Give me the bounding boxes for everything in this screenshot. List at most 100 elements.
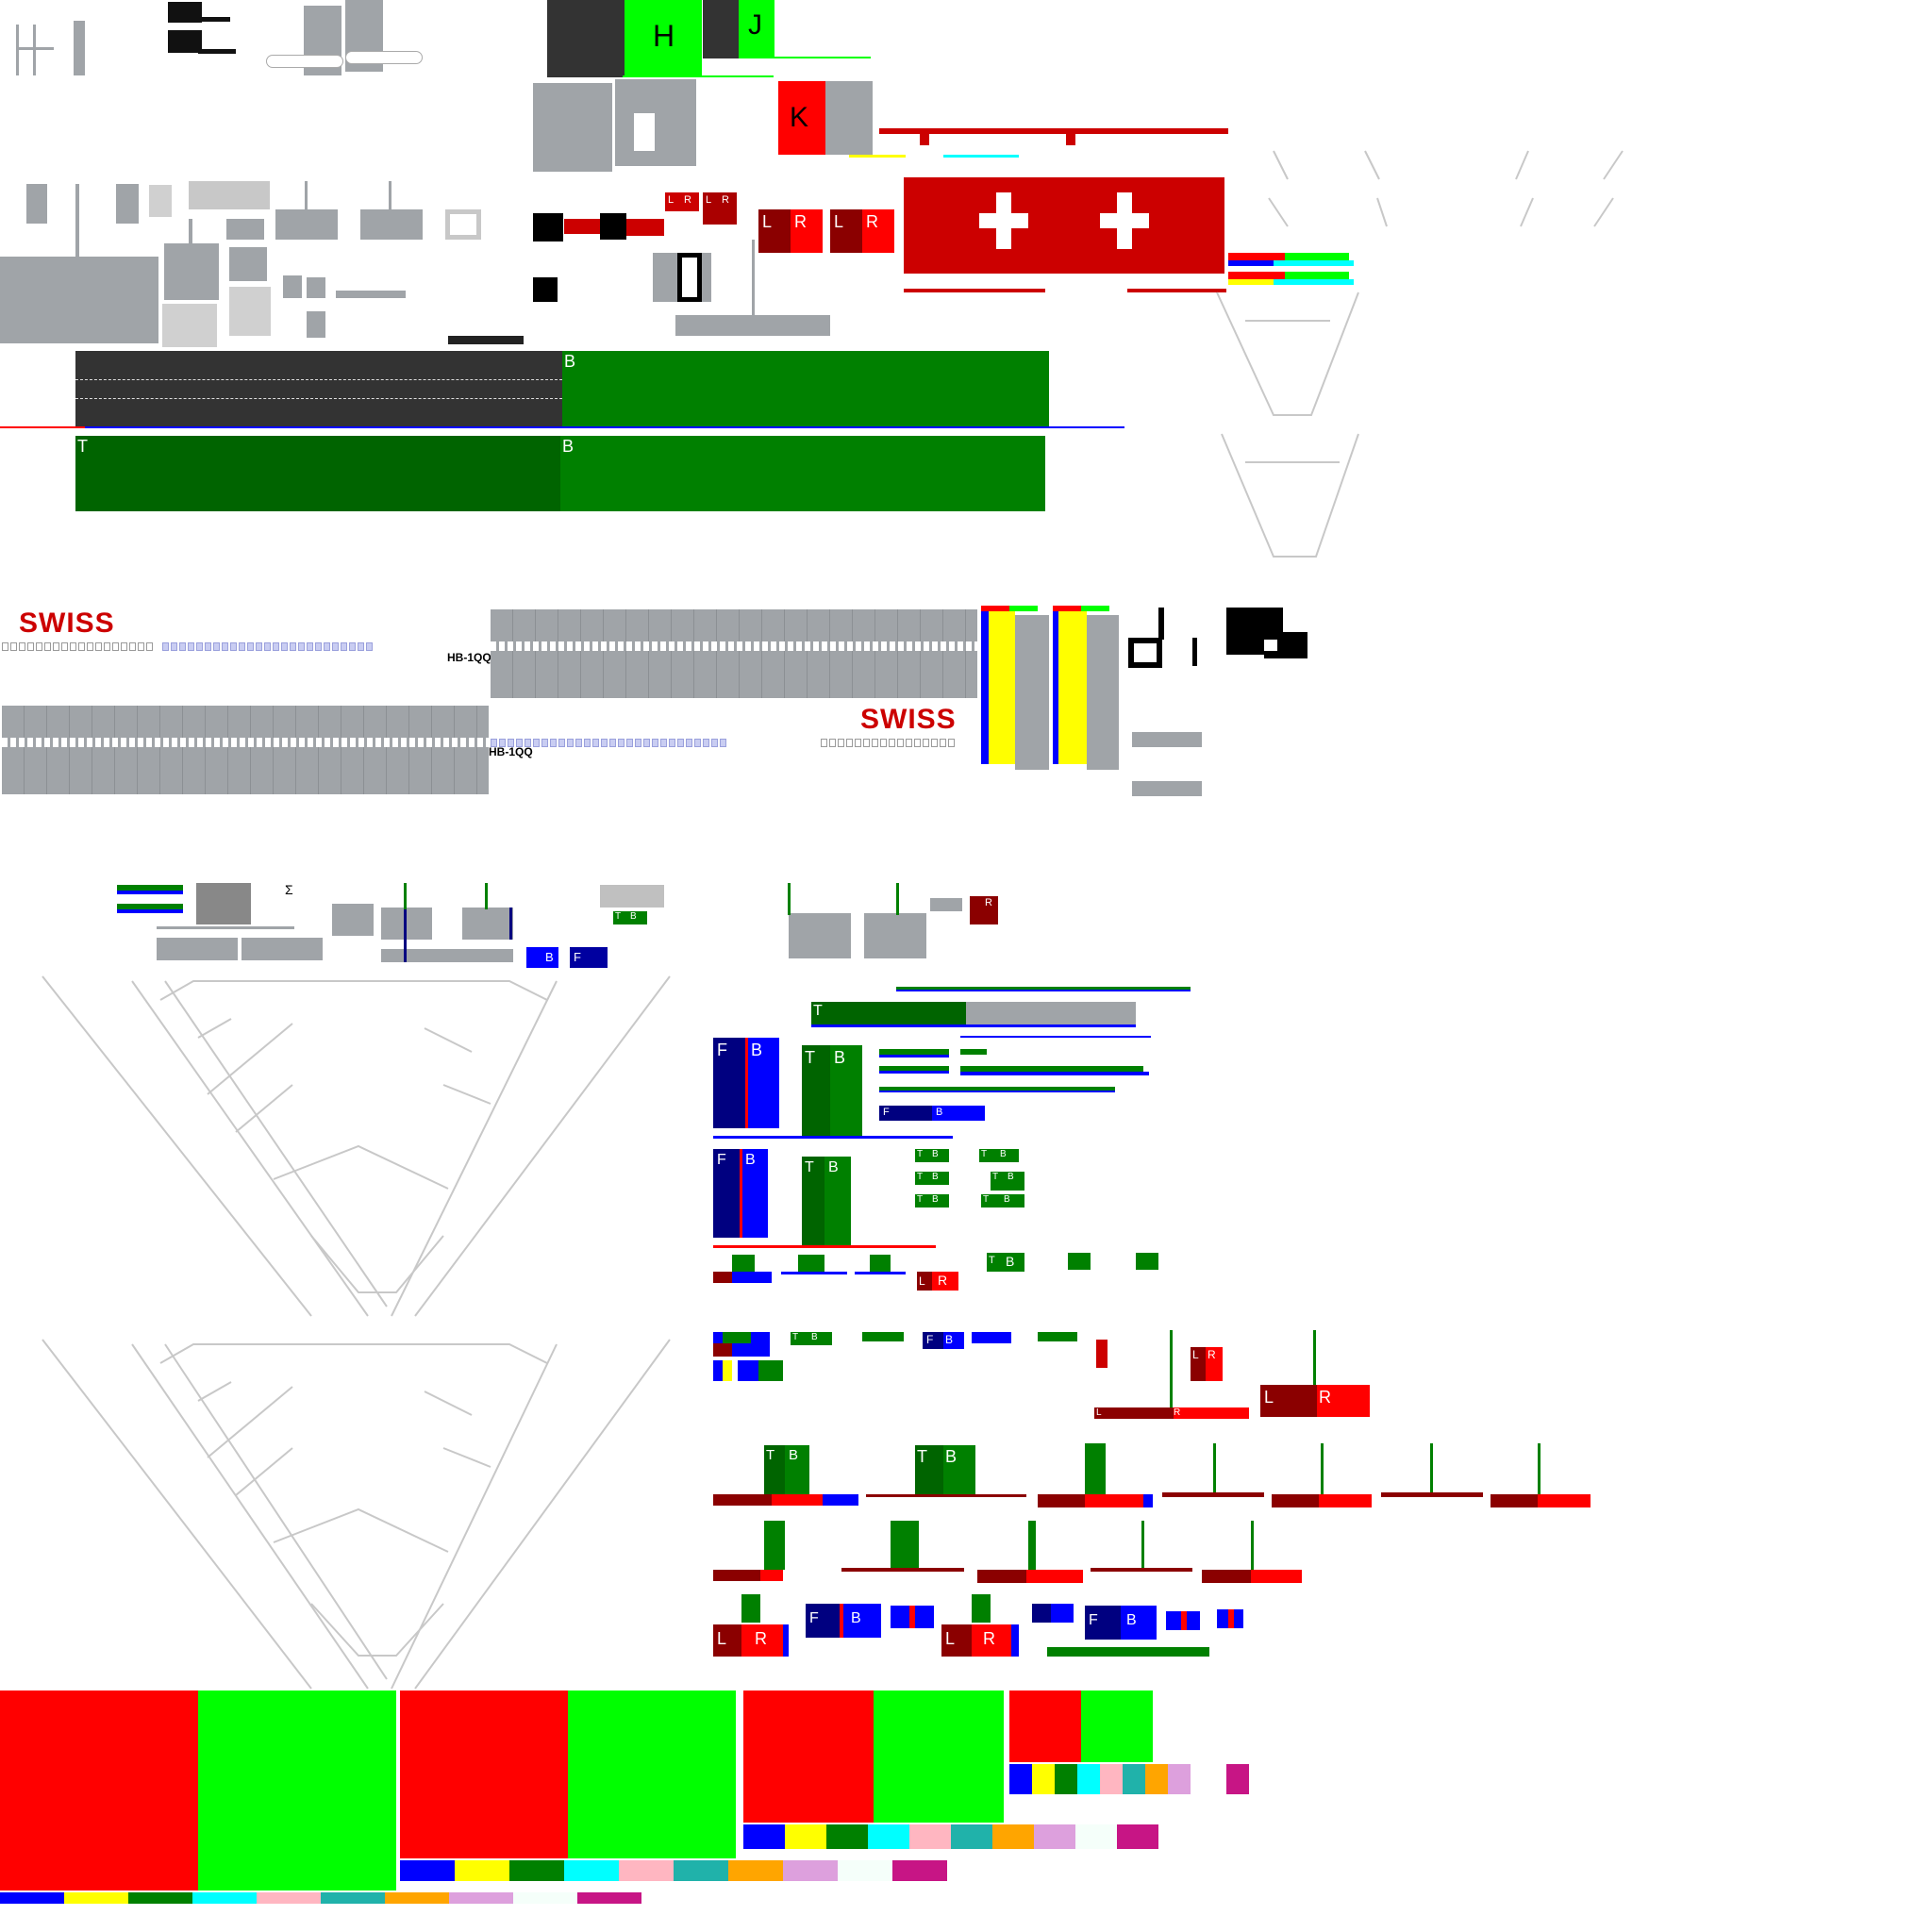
fb-block: F B xyxy=(713,1149,768,1238)
small-color-strip xyxy=(117,891,183,894)
color-swatch xyxy=(1075,1824,1117,1849)
green-block xyxy=(568,1690,736,1858)
tb-block: T B xyxy=(802,1157,851,1245)
color-swatch xyxy=(743,1824,785,1849)
color-swatch xyxy=(868,1824,909,1849)
tb-fb-group xyxy=(713,1332,770,1357)
color-swatch xyxy=(826,1824,868,1849)
fb-mini xyxy=(713,1272,772,1283)
thin-bar xyxy=(157,926,294,929)
swatch-row xyxy=(0,1892,641,1904)
fb-mini xyxy=(1032,1604,1074,1623)
long-stripe xyxy=(811,1024,1136,1027)
green-grey-strip xyxy=(966,1002,1136,1024)
tb-mini xyxy=(741,1594,760,1623)
pylon-green xyxy=(1313,1330,1316,1387)
lr-block: L R xyxy=(941,1624,1019,1657)
sigma-label: Σ xyxy=(285,882,293,897)
grey-box xyxy=(600,885,664,908)
fb-mini xyxy=(891,1606,934,1628)
color-swatch xyxy=(728,1860,783,1881)
stripe xyxy=(713,1245,936,1248)
red-block xyxy=(743,1690,874,1823)
swatch-row xyxy=(1009,1764,1250,1794)
color-swatch xyxy=(1191,1764,1213,1794)
stripe xyxy=(1381,1492,1483,1497)
tb-block: T B xyxy=(802,1045,862,1136)
color-swatch xyxy=(1100,1764,1123,1794)
lr-block: L R xyxy=(1191,1347,1223,1381)
tb-small: T B xyxy=(613,911,647,924)
stripe-group xyxy=(960,1072,1149,1075)
grey-box xyxy=(930,898,962,911)
tb-mini xyxy=(1068,1253,1091,1270)
tb-mini: T B xyxy=(979,1149,1019,1162)
panel-grey xyxy=(462,908,513,940)
blue-divider xyxy=(404,908,407,962)
pylon-green xyxy=(788,883,791,915)
color-swatch xyxy=(1055,1764,1077,1794)
tb-block: T B xyxy=(764,1445,809,1494)
color-swatch xyxy=(257,1892,321,1904)
panel-grey xyxy=(381,949,513,962)
tb-mini: T B xyxy=(915,1149,949,1162)
lr-strip xyxy=(1272,1494,1372,1507)
green-strip-small xyxy=(1047,1647,1209,1657)
green-grey-strip: T xyxy=(811,1002,966,1024)
pylon-green xyxy=(1430,1443,1433,1494)
stripe xyxy=(781,1272,847,1274)
color-swatch xyxy=(192,1892,257,1904)
stripe-group xyxy=(960,1049,987,1055)
pylon-green xyxy=(896,883,899,915)
tb-mini: T B xyxy=(987,1253,1024,1272)
color-swatch xyxy=(1145,1764,1168,1794)
tb-block xyxy=(764,1521,785,1570)
pylon-green xyxy=(404,883,407,909)
pylon-green xyxy=(1538,1443,1541,1500)
red-block xyxy=(400,1690,568,1858)
red-block xyxy=(1009,1690,1081,1762)
color-swatch xyxy=(1032,1764,1055,1794)
pylon-green xyxy=(1141,1521,1144,1570)
color-swatch xyxy=(455,1860,509,1881)
stripe xyxy=(1162,1492,1264,1497)
fb-strip: F B xyxy=(879,1106,985,1121)
seat-bench xyxy=(157,938,238,960)
color-swatch xyxy=(449,1892,513,1904)
fb-block: F B xyxy=(806,1604,881,1638)
fb-mini xyxy=(1166,1611,1200,1630)
color-swatch xyxy=(400,1860,455,1881)
lr-block-large: L R xyxy=(1260,1385,1370,1417)
color-swatch xyxy=(1226,1764,1250,1794)
red-block xyxy=(0,1690,198,1890)
fb-mini: F B xyxy=(923,1332,964,1349)
color-swatch xyxy=(1077,1764,1100,1794)
color-swatch xyxy=(128,1892,192,1904)
long-stripe xyxy=(896,990,1191,991)
lr-block: R xyxy=(970,896,998,924)
tb-block: T B xyxy=(915,1445,975,1496)
tb-mini xyxy=(1085,1443,1106,1494)
color-swatch xyxy=(564,1860,619,1881)
fb-small: F xyxy=(570,947,608,968)
tb-mini xyxy=(972,1594,991,1623)
color-swatch xyxy=(1009,1764,1032,1794)
color-cubes xyxy=(713,1360,783,1381)
stripe xyxy=(1091,1568,1192,1572)
swatch-row xyxy=(400,1860,947,1881)
lr-strip xyxy=(713,1494,858,1506)
color-swatch xyxy=(513,1892,577,1904)
color-swatch xyxy=(992,1824,1034,1849)
lr-mini: L R xyxy=(917,1272,958,1291)
color-swatch xyxy=(1168,1764,1191,1794)
panel-grey xyxy=(381,908,432,940)
tb-mini xyxy=(1038,1332,1077,1341)
stripe xyxy=(866,1494,1026,1497)
lr-strip xyxy=(1491,1494,1591,1507)
stripe-group xyxy=(879,1091,1115,1092)
green-block xyxy=(874,1690,1004,1823)
stripe xyxy=(713,1136,953,1139)
color-swatch xyxy=(838,1860,892,1881)
color-swatch xyxy=(892,1860,947,1881)
color-swatch xyxy=(385,1892,449,1904)
